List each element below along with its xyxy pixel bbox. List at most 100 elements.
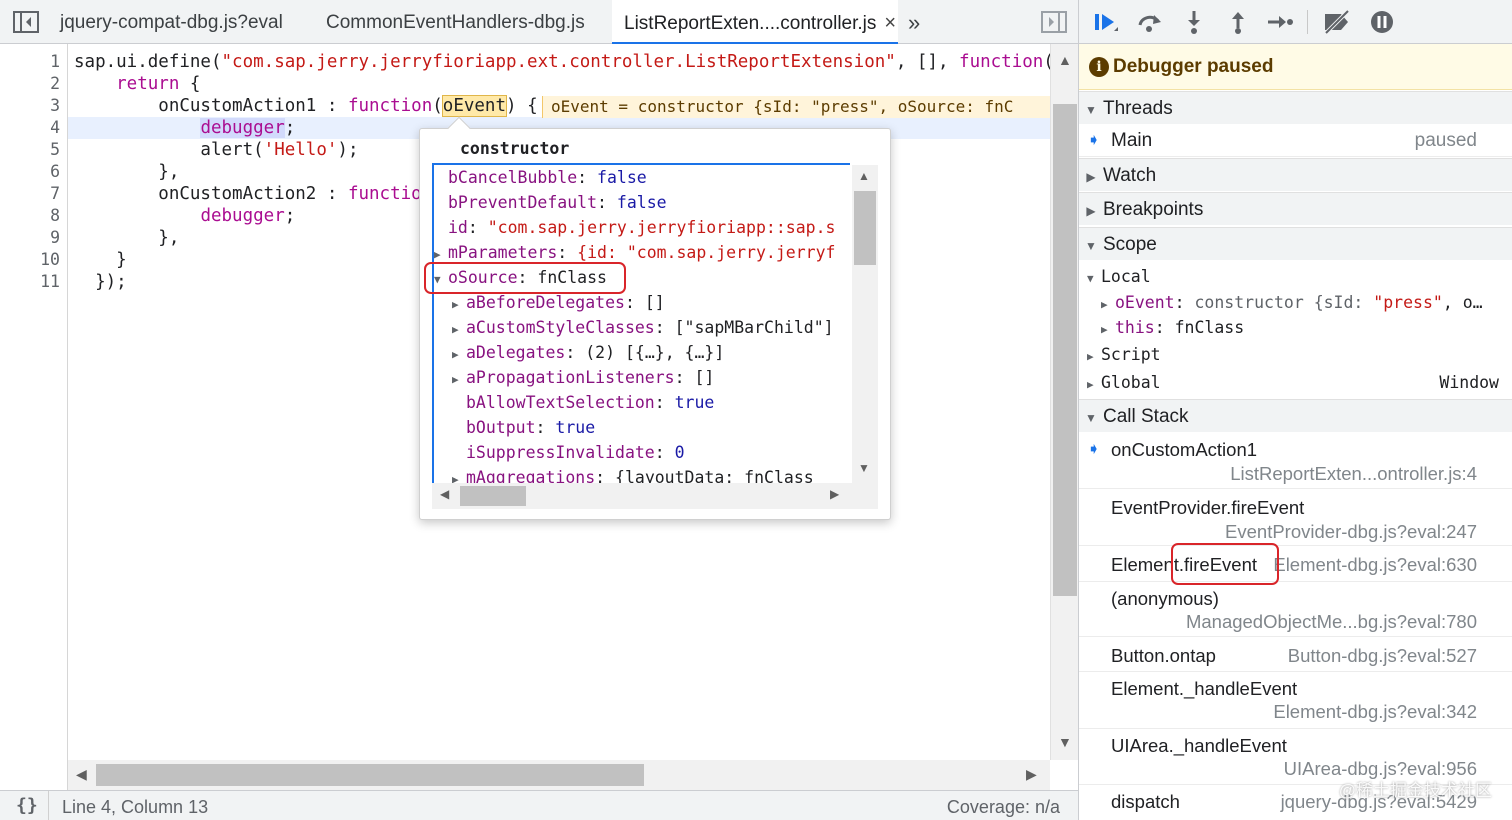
coverage-status[interactable]: Coverage: n/a bbox=[947, 797, 1060, 818]
scrollbar-thumb[interactable] bbox=[96, 764, 644, 786]
tab-list-report-controller[interactable]: ListReportExten....controller.js × bbox=[612, 0, 898, 44]
section-call-stack[interactable]: ▼ Call Stack bbox=[1079, 399, 1512, 432]
call-frame[interactable]: ➧ onCustomAction1 ListReportExten...ontr… bbox=[1079, 433, 1512, 489]
scroll-right-arrow-icon[interactable]: ▶ bbox=[1026, 766, 1037, 783]
scrollbar-thumb[interactable] bbox=[460, 486, 526, 506]
property-row-expandable[interactable]: ▶ aCustomStyleClasses: ["sapMBarChild"] bbox=[452, 315, 834, 340]
scroll-left-arrow-icon[interactable]: ◀ bbox=[440, 487, 449, 501]
frame-location[interactable]: ManagedObjectMe...bg.js?eval:780 bbox=[1186, 611, 1477, 633]
pause-on-exceptions-icon[interactable] bbox=[1367, 8, 1397, 36]
line-number[interactable]: 11 bbox=[40, 271, 60, 293]
step-over-icon[interactable] bbox=[1135, 8, 1165, 36]
property-row[interactable]: bOutput: true bbox=[466, 415, 595, 440]
frame-location[interactable]: Element-dbg.js?eval:342 bbox=[1273, 701, 1477, 723]
property-row[interactable]: bPreventDefault: false bbox=[448, 190, 667, 215]
resume-icon[interactable] bbox=[1091, 8, 1121, 36]
scroll-down-arrow-icon[interactable]: ▼ bbox=[858, 461, 870, 475]
thread-main[interactable]: ➧ Main paused bbox=[1079, 124, 1512, 157]
property-row[interactable]: id: "com.sap.jerry.jerryfioriapp::sap.s bbox=[448, 215, 835, 240]
step-icon[interactable] bbox=[1265, 8, 1295, 36]
object-preview-popover: constructor bCancelBubble: false bPreven… bbox=[419, 116, 891, 520]
expand-arrow-icon[interactable]: ▶ bbox=[452, 317, 466, 342]
line-number[interactable]: 6 bbox=[50, 161, 60, 183]
collapse-arrow-icon: ▼ bbox=[1085, 239, 1097, 253]
scroll-up-arrow-icon[interactable]: ▲ bbox=[858, 169, 870, 183]
section-scope[interactable]: ▼ Scope bbox=[1079, 227, 1512, 260]
scope-var-oevent[interactable]: ▶ oEvent: constructor {sId: "press", o… bbox=[1101, 289, 1483, 317]
scrollbar-thumb[interactable] bbox=[854, 191, 876, 265]
line-number[interactable]: 4 bbox=[50, 117, 60, 139]
pretty-print-icon[interactable]: {} bbox=[16, 795, 38, 816]
expand-arrow-icon[interactable]: ▶ bbox=[452, 342, 466, 367]
property-row[interactable]: iSuppressInvalidate: 0 bbox=[466, 440, 685, 465]
frame-function: dispatch bbox=[1111, 791, 1180, 812]
property-row-expandable[interactable]: ▶ mAggregations: {layoutData: fnClass bbox=[452, 465, 814, 483]
line-number[interactable]: 7 bbox=[50, 183, 60, 205]
scroll-right-arrow-icon[interactable]: ▶ bbox=[830, 487, 839, 501]
frame-location[interactable]: Button-dbg.js?eval:527 bbox=[1288, 645, 1477, 667]
line-number[interactable]: 9 bbox=[50, 227, 60, 249]
tab-common-event-handlers[interactable]: CommonEventHandlers-dbg.js bbox=[314, 0, 597, 44]
line-number[interactable]: 10 bbox=[40, 249, 60, 271]
deactivate-breakpoints-icon[interactable] bbox=[1321, 8, 1353, 36]
step-out-icon[interactable] bbox=[1223, 8, 1253, 36]
expand-arrow-icon[interactable]: ▶ bbox=[452, 367, 466, 392]
code-line-4: debugger; bbox=[200, 118, 296, 138]
code-line-10: } bbox=[74, 250, 127, 270]
frame-function: Element._handleEvent bbox=[1111, 678, 1298, 699]
property-row-expandable[interactable]: ▶ aDelegates: (2) [{…}, {…}] bbox=[452, 340, 724, 365]
call-frame[interactable]: (anonymous) ManagedObjectMe...bg.js?eval… bbox=[1079, 582, 1512, 637]
frame-function: onCustomAction1 bbox=[1111, 439, 1258, 460]
frame-location[interactable]: ListReportExten...ontroller.js:4 bbox=[1230, 463, 1477, 485]
tab-label: CommonEventHandlers-dbg.js bbox=[326, 12, 585, 33]
object-property-tree[interactable]: bCancelBubble: false bPreventDefault: fa… bbox=[432, 163, 850, 483]
expand-arrow-icon: ▶ bbox=[1086, 204, 1096, 218]
code-line-11: }); bbox=[74, 272, 127, 292]
scope-var-this[interactable]: ▶ this: fnClass bbox=[1101, 314, 1244, 342]
scroll-left-arrow-icon[interactable]: ◀ bbox=[76, 766, 87, 783]
expand-arrow-icon: ▶ bbox=[1086, 170, 1096, 184]
oevent-param-hover[interactable]: oEvent bbox=[441, 95, 508, 117]
step-into-icon[interactable] bbox=[1179, 8, 1209, 36]
popover-vertical-scrollbar[interactable]: ▲ ▼ bbox=[852, 165, 878, 483]
line-number[interactable]: 1 bbox=[50, 51, 60, 73]
frame-location[interactable]: Element-dbg.js?eval:630 bbox=[1273, 554, 1477, 576]
toggle-debugger-icon[interactable] bbox=[1040, 10, 1068, 34]
section-watch[interactable]: ▶ Watch bbox=[1079, 158, 1512, 191]
toggle-navigator-icon[interactable] bbox=[12, 10, 40, 34]
editor-horizontal-scrollbar[interactable]: ◀ ▶ bbox=[68, 760, 1050, 790]
code-line-3: onCustomAction1 : function(oEvent) { bbox=[74, 95, 538, 117]
line-number[interactable]: 8 bbox=[50, 205, 60, 227]
tab-jquery-compat[interactable]: jquery-compat-dbg.js?eval bbox=[48, 0, 295, 44]
divider bbox=[48, 791, 49, 820]
line-number[interactable]: 2 bbox=[50, 73, 60, 95]
close-tab-icon[interactable]: × bbox=[884, 12, 896, 34]
expand-arrow-icon[interactable]: ▶ bbox=[452, 292, 466, 317]
line-number-gutter[interactable]: 1 2 3 4 5 6 7 8 9 10 11 bbox=[0, 44, 68, 790]
editor-vertical-scrollbar[interactable]: ▲ ▼ bbox=[1050, 44, 1078, 760]
call-frame[interactable]: Element.fireEvent Element-dbg.js?eval:63… bbox=[1079, 546, 1512, 582]
section-threads[interactable]: ▼ Threads bbox=[1079, 91, 1512, 124]
frame-function: UIArea._handleEvent bbox=[1111, 735, 1287, 756]
toolbar-divider bbox=[1307, 10, 1308, 34]
property-row[interactable]: bCancelBubble: false bbox=[448, 165, 647, 190]
editor-tab-bar: jquery-compat-dbg.js?eval CommonEventHan… bbox=[0, 0, 1078, 44]
call-frame[interactable]: EventProvider.fireEvent EventProvider-db… bbox=[1079, 489, 1512, 546]
scope-local[interactable]: ▼ Local bbox=[1087, 263, 1151, 291]
scrollbar-thumb[interactable] bbox=[1053, 104, 1077, 596]
call-frame[interactable]: Element._handleEvent Element-dbg.js?eval… bbox=[1079, 672, 1512, 729]
line-number[interactable]: 3 bbox=[50, 95, 60, 117]
scroll-up-arrow-icon[interactable]: ▲ bbox=[1058, 52, 1072, 68]
more-tabs-icon[interactable]: » bbox=[908, 0, 920, 44]
property-row-expandable[interactable]: ▶ aPropagationListeners: [] bbox=[452, 365, 714, 390]
scope-script[interactable]: ▶ Script bbox=[1087, 341, 1161, 369]
popover-horizontal-scrollbar[interactable]: ◀ ▶ bbox=[432, 483, 878, 509]
frame-location[interactable]: EventProvider-dbg.js?eval:247 bbox=[1225, 521, 1477, 543]
property-row[interactable]: bAllowTextSelection: true bbox=[466, 390, 714, 415]
expand-arrow-icon[interactable]: ▶ bbox=[452, 467, 466, 483]
scope-global[interactable]: ▶ Global bbox=[1087, 369, 1161, 397]
scroll-down-arrow-icon[interactable]: ▼ bbox=[1058, 734, 1072, 750]
line-number[interactable]: 5 bbox=[50, 139, 60, 161]
section-breakpoints[interactable]: ▶ Breakpoints bbox=[1079, 192, 1512, 225]
call-frame[interactable]: Button.ontap Button-dbg.js?eval:527 bbox=[1079, 637, 1512, 672]
